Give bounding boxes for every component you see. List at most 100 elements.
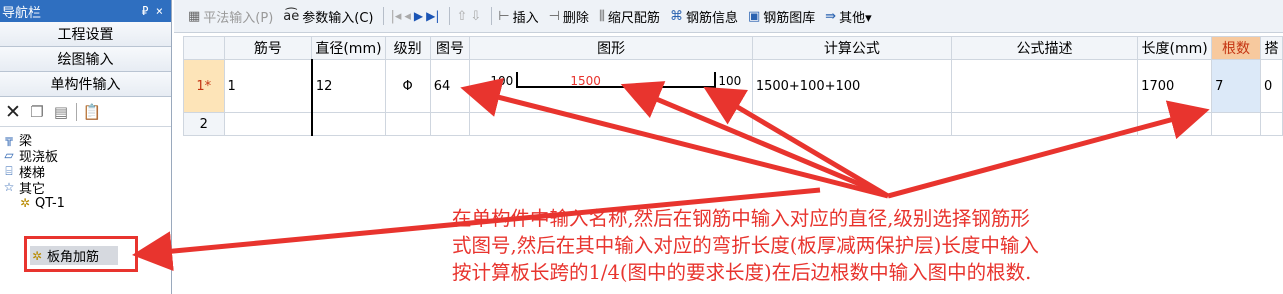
header-corner — [183, 36, 225, 60]
cell-shape[interactable]: 100 1500 100 — [469, 59, 753, 113]
cell-shape[interactable] — [469, 112, 753, 136]
rebar-shape-drawing — [516, 72, 717, 88]
cell-lap[interactable] — [1260, 112, 1283, 136]
scale-icon: ⫼ — [598, 8, 605, 24]
paste-icon[interactable]: ▤ — [52, 103, 70, 121]
shape-mid-length[interactable]: 1500 — [570, 74, 601, 88]
cell-tuhao[interactable]: 64 — [429, 59, 471, 113]
cell-diameter[interactable]: 12 — [310, 59, 386, 113]
tree-item-qt1[interactable]: ✲ QT-1 — [2, 195, 171, 211]
stair-icon: ⌸ — [5, 163, 13, 178]
toolbar-label: 钢筋信息 — [685, 10, 738, 26]
cell-description[interactable] — [950, 59, 1139, 113]
row-number[interactable]: 2 — [183, 112, 225, 136]
header-lap[interactable]: 搭 — [1260, 36, 1283, 60]
header-count[interactable]: 根数 — [1211, 36, 1261, 60]
slab-icon: ▱ — [4, 148, 14, 162]
gear-icon: ✲ — [19, 196, 31, 210]
param-icon: a͡e — [283, 8, 300, 24]
cell-count[interactable]: 7 — [1211, 59, 1261, 113]
other-icon: ⇛ — [825, 8, 837, 24]
tree-item-other[interactable]: ☆ 其它 — [2, 179, 171, 197]
nav-arrows: |◂ ◂ ▶ ▶| — [390, 9, 439, 24]
annotation-text: 在单构件中输入名称,然后在钢筋中输入对应的直径,级别选择钢筋形 式图号,然后在其… — [452, 205, 1282, 286]
toolbar-label: 钢筋图库 — [763, 10, 816, 26]
toolbar-label: 删除 — [562, 10, 589, 26]
delete-icon[interactable]: ✕ — [4, 101, 22, 123]
cell-diameter[interactable] — [310, 112, 386, 136]
divider — [76, 102, 77, 121]
prev-icon[interactable]: ◂ — [404, 9, 411, 24]
cell-formula[interactable] — [751, 112, 952, 136]
table-row[interactable]: 1* 1 12 Φ 64 100 1500 100 1500+100+100 1… — [183, 59, 1283, 113]
delete-row-button[interactable]: ⊣ 删除 — [549, 7, 589, 26]
move-up-icon[interactable]: ⇧ — [456, 9, 467, 24]
header-tuhao[interactable]: 图号 — [429, 36, 471, 60]
insert-button[interactable]: ⊢ 插入 — [498, 7, 538, 26]
pin-icon[interactable]: ₽ × — [141, 4, 163, 18]
header-grade[interactable]: 级别 — [384, 36, 431, 60]
header-jinhao[interactable]: 筋号 — [223, 36, 313, 60]
move-down-icon[interactable]: ⇩ — [470, 9, 481, 24]
toolbar-label: 参数输入(C) — [302, 10, 374, 26]
nav-toolbar: ✕ ❐ ▤ 📋 — [0, 97, 171, 127]
toolbar-label: 其他▾ — [839, 10, 872, 26]
cell-tuhao[interactable] — [429, 112, 471, 136]
param-input-button[interactable]: a͡e 参数输入(C) — [283, 7, 373, 26]
library-icon: ▣ — [747, 8, 761, 24]
clipboard-icon[interactable]: 📋 — [83, 103, 102, 121]
table-row[interactable]: 2 — [183, 112, 1283, 136]
annotation-line: 按计算板长跨的1/4(图中的要求长度)在后边根数中输入图中的根数. — [452, 261, 1032, 284]
nav-button-single-member-input[interactable]: 单构件输入 — [0, 72, 171, 97]
annotation-line: 在单构件中输入名称,然后在钢筋中输入对应的直径,级别选择钢筋形 — [452, 207, 1030, 230]
rebar-toolbar: ▦ 平法输入(P) a͡e 参数输入(C) |◂ ◂ ▶ ▶| ⇧ ⇩ ⊢ 插入… — [174, 0, 1283, 33]
nav-title: 导航栏 — [2, 5, 42, 21]
next-icon[interactable]: ▶ — [414, 9, 423, 23]
rebar-info-button[interactable]: ⌘ 钢筋信息 — [670, 7, 738, 26]
beam-icon: ╦ — [5, 132, 13, 146]
move-arrows: ⇧ ⇩ — [456, 9, 481, 24]
rebar-library-button[interactable]: ▣ 钢筋图库 — [748, 7, 815, 26]
tree-item-label: QT-1 — [35, 195, 65, 211]
shape-left-length[interactable]: 100 — [490, 74, 513, 88]
cell-formula[interactable]: 1500+100+100 — [751, 59, 952, 113]
insert-icon: ⊢ — [498, 8, 510, 24]
shape-right-length[interactable]: 100 — [718, 74, 741, 88]
info-icon: ⌘ — [669, 8, 683, 24]
cell-jinhao[interactable] — [223, 112, 313, 136]
divider — [491, 7, 493, 25]
row-number[interactable]: 1* — [183, 59, 225, 113]
divider — [449, 7, 451, 25]
flat-input-button[interactable]: ▦ 平法输入(P) — [188, 7, 273, 26]
toolbar-label: 插入 — [512, 10, 539, 26]
first-icon[interactable]: |◂ — [390, 9, 401, 24]
other-menu-button[interactable]: ⇛ 其他▾ — [825, 7, 871, 26]
grid-icon: ▦ — [188, 8, 201, 24]
header-length[interactable]: 长度(mm) — [1137, 36, 1213, 60]
grid-header-row: 筋号 直径(mm) 级别 图号 图形 计算公式 公式描述 长度(mm) 根数 搭 — [183, 36, 1283, 60]
nav-header: 导航栏 ₽ × — [0, 0, 171, 22]
nav-button-drawing-input[interactable]: 绘图输入 — [0, 47, 171, 72]
toolbar-label: 缩尺配筋 — [607, 10, 660, 26]
annotation-line: 式图号,然后在其中输入对应的弯折长度(板厚减两保护层)长度中输入 — [452, 234, 1039, 257]
cell-length[interactable]: 1700 — [1137, 59, 1213, 113]
cell-grade[interactable]: Φ — [384, 59, 431, 113]
header-formula[interactable]: 计算公式 — [751, 36, 952, 60]
copy-icon[interactable]: ❐ — [28, 103, 46, 121]
header-diameter[interactable]: 直径(mm) — [311, 36, 386, 60]
cell-length[interactable] — [1137, 112, 1213, 136]
cell-grade[interactable] — [384, 112, 431, 136]
toolbar-label: 平法输入(P) — [203, 10, 274, 26]
cell-lap[interactable]: 0 — [1260, 59, 1283, 113]
star-icon: ☆ — [3, 180, 15, 194]
cell-description[interactable] — [950, 112, 1139, 136]
cell-jinhao[interactable]: 1 — [223, 59, 313, 113]
highlight-box — [24, 236, 138, 272]
header-description[interactable]: 公式描述 — [950, 36, 1139, 60]
last-icon[interactable]: ▶| — [426, 9, 439, 23]
nav-button-project-settings[interactable]: 工程设置 — [0, 22, 171, 47]
scale-rebar-button[interactable]: ⫼ 缩尺配筋 — [599, 7, 660, 26]
cell-count[interactable] — [1211, 112, 1261, 136]
delete-icon: ⊣ — [548, 8, 560, 24]
header-shape[interactable]: 图形 — [469, 36, 753, 60]
